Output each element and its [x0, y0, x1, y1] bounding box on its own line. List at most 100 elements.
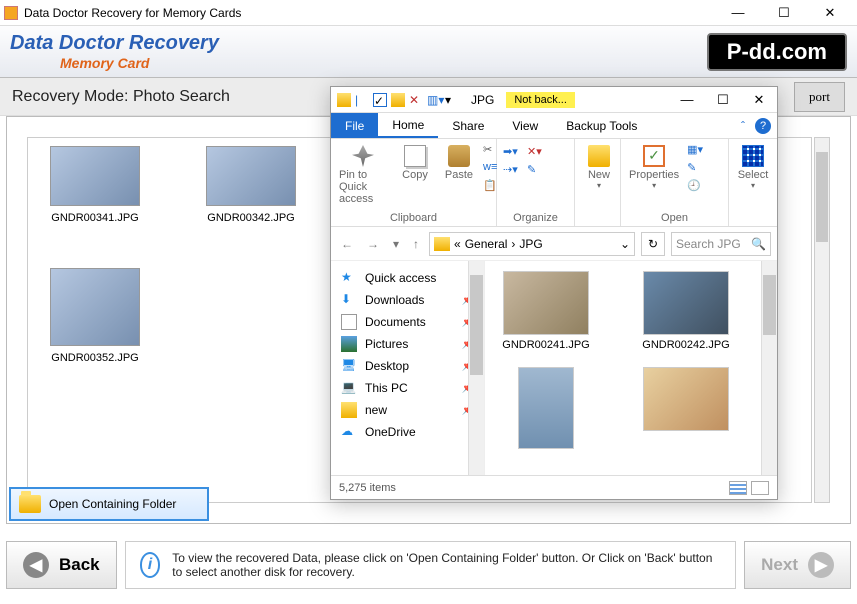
refresh-button[interactable]: ↻: [641, 232, 665, 256]
ribbon: Pin to Quick access Copy Paste ✂ w≡ 📋 Cl…: [331, 139, 777, 227]
paste-button[interactable]: Paste: [439, 143, 479, 183]
explorer-close-button[interactable]: ✕: [741, 92, 777, 108]
file-thumb[interactable]: [491, 367, 601, 453]
back-button[interactable]: ◀ Back: [6, 541, 117, 589]
item-count: 5,275 items: [339, 482, 396, 494]
close-button[interactable]: ✕: [807, 0, 853, 26]
nav-recent-icon[interactable]: ▾: [389, 237, 403, 251]
search-placeholder: Search JPG: [676, 237, 741, 251]
move-to-icon[interactable]: ➡▾: [503, 145, 519, 161]
onedrive-icon: ☁: [341, 424, 357, 440]
next-button[interactable]: Next ▶: [744, 541, 851, 589]
results-scrollbar[interactable]: [814, 137, 830, 503]
copy-icon: [404, 145, 426, 167]
details-view-icon[interactable]: [729, 481, 747, 495]
open-icon[interactable]: ▦▾: [687, 143, 703, 159]
share-tab[interactable]: Share: [438, 113, 498, 138]
pin-to-quick-access-button[interactable]: Pin to Quick access: [335, 143, 391, 207]
view-tab[interactable]: View: [498, 113, 552, 138]
document-icon: [341, 314, 357, 330]
breadcrumb-sep: ›: [511, 237, 515, 251]
next-label: Next: [761, 555, 798, 575]
collapse-ribbon-icon[interactable]: ˆ: [735, 113, 751, 138]
download-icon: ⬇: [341, 292, 357, 308]
result-thumb[interactable]: GNDR00341.JPG: [40, 146, 150, 242]
file-thumb[interactable]: [631, 367, 741, 453]
nav-downloads[interactable]: ⬇Downloads📌: [331, 289, 484, 311]
qat-dropdown-icon[interactable]: ▾: [445, 93, 459, 107]
properties-icon[interactable]: ▥▾: [427, 93, 441, 107]
open-group-label: Open: [621, 212, 728, 226]
history-icon[interactable]: 🕘: [687, 179, 703, 195]
breadcrumb-seg[interactable]: JPG: [519, 237, 542, 251]
nav-forward-icon[interactable]: →: [363, 237, 383, 251]
not-backed-badge[interactable]: Not back...: [506, 92, 575, 108]
backup-tools-tab[interactable]: Backup Tools: [552, 113, 651, 138]
delete-icon[interactable]: ✕▾: [527, 145, 543, 161]
navpane-scrollbar[interactable]: [468, 261, 484, 475]
nav-new-folder[interactable]: new📌: [331, 399, 484, 421]
file-thumb[interactable]: GNDR00242.JPG: [631, 271, 741, 351]
select-button[interactable]: Select▾: [733, 143, 773, 192]
file-tab[interactable]: File: [331, 113, 378, 138]
content-scrollbar[interactable]: [761, 261, 777, 475]
paste-icon: [448, 145, 470, 167]
info-text: To view the recovered Data, please click…: [172, 551, 721, 579]
open-containing-folder-button[interactable]: Open Containing Folder: [9, 487, 209, 521]
folder-icon: [341, 402, 357, 418]
maximize-button[interactable]: ☐: [761, 0, 807, 26]
search-input[interactable]: Search JPG 🔍: [671, 232, 771, 256]
recovery-mode-label: Recovery Mode: Photo Search: [12, 88, 230, 106]
app-icon: [4, 6, 18, 20]
quick-access-toolbar[interactable]: | ✓ ✕ ▥▾ ▾: [331, 93, 465, 107]
new-folder-button[interactable]: New▾: [579, 143, 619, 192]
help-icon[interactable]: ?: [755, 118, 771, 134]
home-tab[interactable]: Home: [378, 113, 438, 138]
breadcrumb-seg[interactable]: General: [465, 237, 508, 251]
nav-pictures[interactable]: Pictures📌: [331, 333, 484, 355]
nav-back-icon[interactable]: ←: [337, 237, 357, 251]
thumbnails-view-icon[interactable]: [751, 481, 769, 495]
result-thumb[interactable]: GNDR00342.JPG: [196, 146, 306, 242]
folder-icon: [337, 93, 351, 107]
content-pane: GNDR00241.JPG GNDR00242.JPG: [485, 261, 777, 475]
back-label: Back: [59, 555, 100, 575]
explorer-maximize-button[interactable]: ☐: [705, 92, 741, 108]
star-icon: ★: [341, 270, 357, 286]
new-folder-icon: [588, 145, 610, 167]
checkbox-icon[interactable]: ✓: [373, 93, 387, 107]
nav-onedrive[interactable]: ☁OneDrive: [331, 421, 484, 443]
properties-button[interactable]: Properties▾: [625, 143, 683, 192]
nav-documents[interactable]: Documents📌: [331, 311, 484, 333]
clipboard-group-label: Clipboard: [331, 212, 496, 226]
file-thumb[interactable]: GNDR00241.JPG: [491, 271, 601, 351]
copy-button[interactable]: Copy: [395, 143, 435, 183]
folder-icon: [19, 495, 41, 513]
edit-icon[interactable]: ✎: [687, 161, 703, 177]
nav-desktop[interactable]: 🖥Desktop📌: [331, 355, 484, 377]
address-path[interactable]: « General › JPG ⌄: [429, 232, 635, 256]
nav-quick-access[interactable]: ★Quick access: [331, 267, 484, 289]
folder-icon: [434, 237, 450, 251]
rename-icon[interactable]: ✎: [527, 163, 543, 179]
breadcrumb-prefix: «: [454, 237, 461, 251]
nav-up-icon[interactable]: ↑: [409, 237, 423, 251]
copy-to-icon[interactable]: ⇢▾: [503, 163, 519, 179]
report-button[interactable]: port: [794, 82, 845, 112]
result-thumb[interactable]: GNDR00352.JPG: [40, 268, 150, 364]
search-icon: 🔍: [751, 237, 766, 251]
pc-icon: 💻: [341, 380, 357, 396]
properties-icon: [643, 145, 665, 167]
brand-logo: Data Doctor Recovery Memory Card: [10, 32, 219, 71]
delete-icon[interactable]: ✕: [409, 93, 423, 107]
site-badge: P-dd.com: [707, 33, 847, 71]
minimize-button[interactable]: —: [715, 0, 761, 26]
address-dropdown-icon[interactable]: ⌄: [620, 237, 630, 251]
brand-line2: Memory Card: [60, 55, 219, 71]
window-title: Data Doctor Recovery for Memory Cards: [24, 6, 715, 20]
nav-this-pc[interactable]: 💻This PC📌: [331, 377, 484, 399]
pictures-icon: [341, 336, 357, 352]
explorer-minimize-button[interactable]: —: [669, 92, 705, 107]
next-arrow-icon: ▶: [808, 552, 834, 578]
ribbon-tabs: File Home Share View Backup Tools ˆ ?: [331, 113, 777, 139]
